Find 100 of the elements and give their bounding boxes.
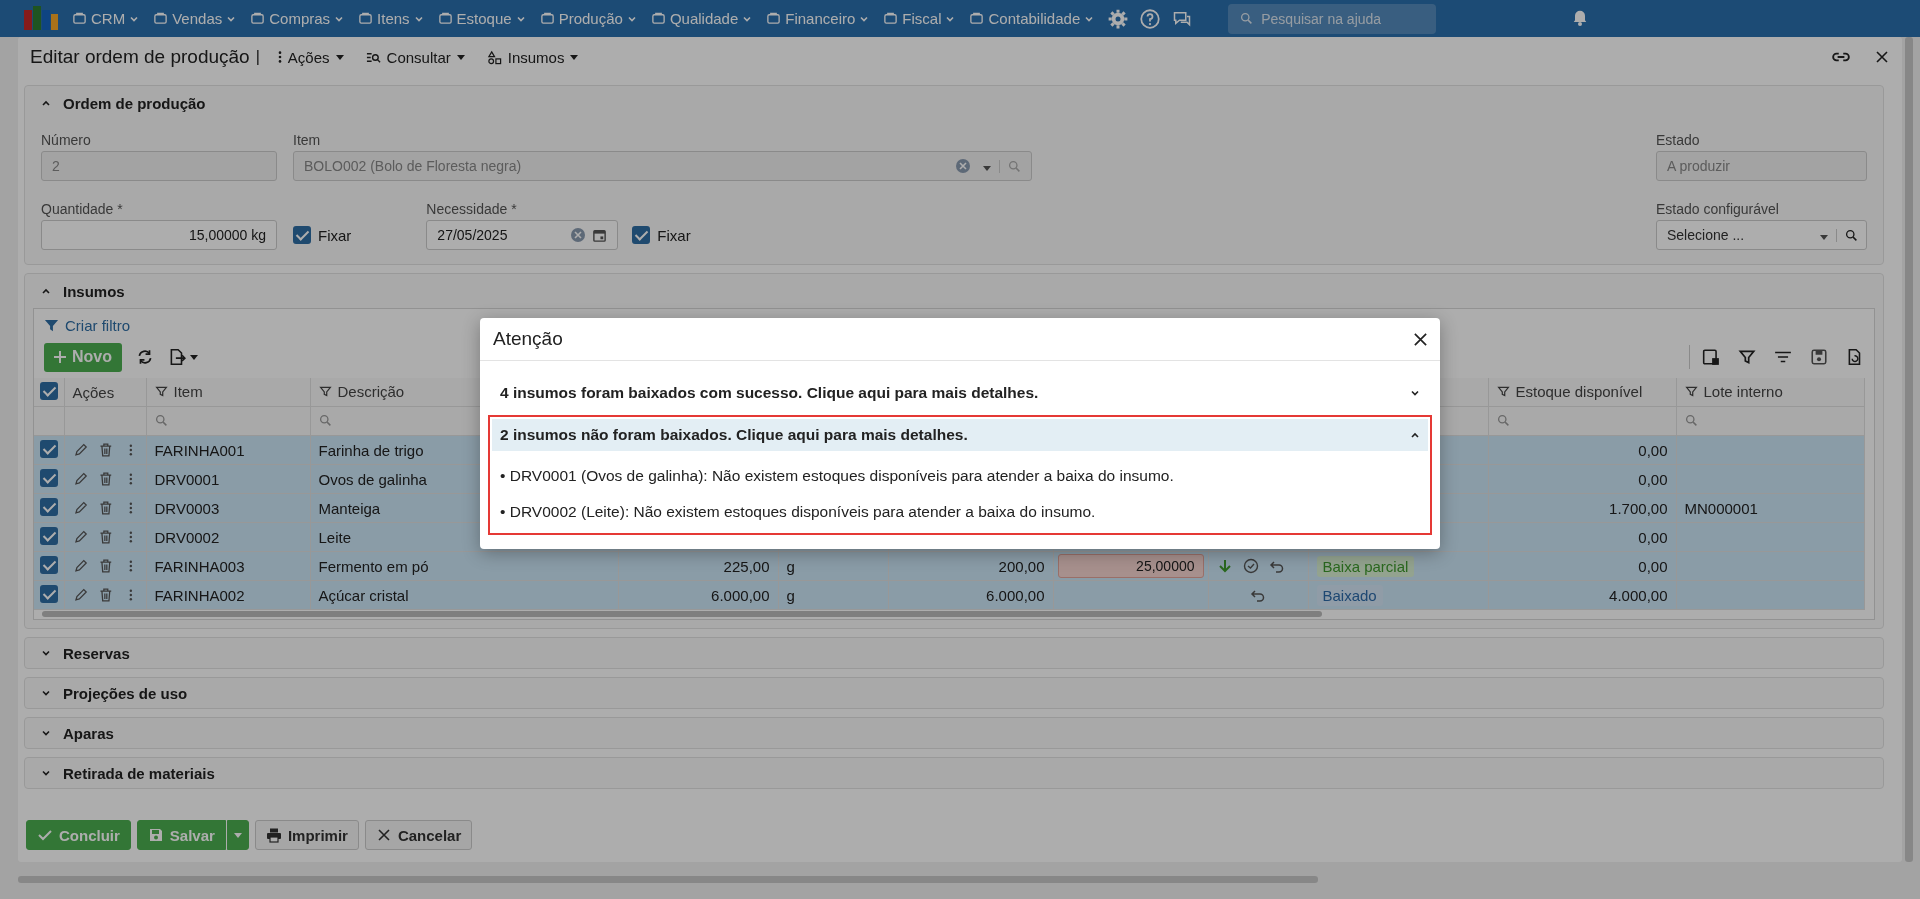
nav-menu[interactable]: Produção	[539, 10, 637, 27]
undo-icon[interactable]	[1268, 558, 1285, 574]
nav-menu[interactable]: Vendas	[153, 10, 237, 27]
pencil-icon[interactable]	[72, 442, 89, 458]
save-icon[interactable]	[1810, 348, 1828, 366]
help-icon[interactable]	[1140, 8, 1161, 29]
table-cell: Manteiga	[318, 499, 381, 517]
down-arrow-icon[interactable]	[1216, 558, 1233, 574]
checkbox[interactable]	[632, 226, 651, 244]
filter-icon[interactable]	[1738, 348, 1756, 366]
search-icon	[1496, 413, 1510, 427]
footer-button[interactable]: Cancelar	[364, 820, 473, 850]
columns-icon[interactable]	[1702, 348, 1720, 366]
checkbox-label[interactable]: Fixar	[293, 220, 352, 250]
clear-icon[interactable]	[955, 158, 971, 174]
trash-icon[interactable]	[98, 529, 114, 545]
logo-icon[interactable]	[24, 5, 58, 32]
nav-menu[interactable]: Itens	[358, 10, 424, 27]
chevron-icon	[41, 98, 51, 108]
printer-icon[interactable]	[265, 827, 282, 843]
dropdown-button[interactable]	[226, 820, 249, 850]
caret-icon	[1820, 235, 1828, 240]
filter-icon	[154, 385, 168, 398]
close-button[interactable]	[1413, 331, 1428, 347]
filter-icon	[1496, 385, 1510, 398]
row-checkbox[interactable]	[40, 468, 58, 487]
scrollbar[interactable]	[18, 876, 1318, 883]
search-icon	[1008, 159, 1021, 173]
scrollbar[interactable]	[42, 611, 1322, 617]
trash-icon[interactable]	[98, 471, 114, 487]
save-icon[interactable]	[147, 827, 164, 843]
toolbar-menu[interactable]: Ações	[273, 48, 348, 66]
window-title: Editar ordem de produção	[30, 46, 250, 68]
section-header[interactable]: Aparas	[25, 718, 1883, 748]
section-header[interactable]: Reservas	[25, 638, 1883, 668]
caret-icon	[233, 832, 242, 838]
row-checkbox[interactable]	[40, 439, 58, 458]
toolbar-menu[interactable]: Consultar	[361, 48, 469, 66]
nav-menu[interactable]: Financeiro	[766, 10, 870, 27]
input-field[interactable]: Selecione ...	[1656, 220, 1867, 250]
row-checkbox[interactable]	[40, 497, 58, 516]
nav-menu[interactable]: Compras	[250, 10, 345, 27]
section-header[interactable]: Ordem de produção	[25, 86, 1883, 120]
calendar-icon[interactable]	[592, 227, 608, 243]
nav-menu[interactable]: Contabilidade	[969, 10, 1095, 27]
refresh-icon[interactable]	[136, 348, 154, 366]
trash-icon[interactable]	[98, 442, 114, 458]
trash-icon[interactable]	[98, 558, 114, 574]
chevron-icon	[1410, 388, 1420, 398]
create-filter-link[interactable]: Criar filtro	[34, 309, 140, 336]
trash-icon[interactable]	[98, 587, 114, 603]
nav-menu[interactable]: Qualidade	[650, 10, 753, 27]
toolbar-menu[interactable]: Insumos	[482, 48, 583, 66]
table-cell: FARINHA001	[154, 441, 245, 459]
checkbox-label[interactable]: Fixar	[632, 220, 691, 250]
chevron-icon	[1410, 430, 1420, 440]
export-icon[interactable]	[168, 348, 186, 366]
select-all-checkbox[interactable]	[40, 381, 58, 400]
pencil-icon[interactable]	[72, 500, 89, 516]
undo-icon[interactable]	[1250, 587, 1266, 603]
accordion-header[interactable]: 2 insumos não foram baixados. Clique aqui para mais detalhes.	[492, 419, 1428, 451]
column-header[interactable]: Item	[154, 383, 203, 400]
column-header: Ações	[72, 383, 115, 401]
close-icon[interactable]	[375, 827, 392, 843]
settings-icon[interactable]	[1108, 8, 1129, 29]
checkbox[interactable]	[293, 226, 311, 244]
section-header[interactable]: Insumos	[25, 274, 1883, 308]
module-icon	[153, 11, 169, 26]
pencil-icon[interactable]	[72, 529, 89, 545]
pencil-icon[interactable]	[72, 558, 89, 574]
scrollbar[interactable]	[1905, 37, 1913, 862]
row-checkbox[interactable]	[40, 584, 58, 603]
input-field[interactable]: 15,00000 kg	[41, 220, 277, 250]
pencil-icon[interactable]	[72, 471, 89, 487]
column-header[interactable]: Descrição	[318, 383, 405, 400]
chevron-icon	[41, 286, 51, 296]
close-icon[interactable]	[1874, 49, 1890, 65]
footer-button[interactable]: Imprimir	[254, 820, 359, 850]
table-cell: Ovos de galinha	[318, 470, 427, 488]
module-icon	[437, 11, 453, 26]
row-checkbox[interactable]	[40, 555, 58, 574]
check-circle-icon[interactable]	[1242, 558, 1259, 574]
accordion-header[interactable]: 4 insumos foram baixados com sucesso. Clique aqui para mais detalhes.	[492, 377, 1428, 409]
row-checkbox[interactable]	[40, 526, 58, 545]
status-badge: Baixa parcial	[1316, 555, 1415, 577]
check-icon[interactable]	[37, 827, 53, 843]
table-cell: FARINHA002	[154, 586, 245, 604]
nav-menu[interactable]: Fiscal	[883, 10, 956, 27]
nav-menu[interactable]: CRM	[72, 10, 140, 27]
caret-icon	[335, 54, 344, 60]
quantity-field[interactable]: 25,00000	[1057, 554, 1204, 578]
section-header[interactable]: Projeções de uso	[25, 678, 1883, 708]
trash-icon[interactable]	[98, 500, 114, 516]
clear-icon[interactable]	[570, 227, 587, 243]
pencil-icon[interactable]	[72, 587, 89, 603]
nav-menu[interactable]: Estoque	[437, 10, 526, 27]
module-icon	[250, 11, 266, 26]
section-header[interactable]: Retirada de materiais	[25, 758, 1883, 788]
table-cell: 0,00	[1638, 557, 1668, 575]
input-field[interactable]: 27/05/2025	[426, 220, 619, 250]
